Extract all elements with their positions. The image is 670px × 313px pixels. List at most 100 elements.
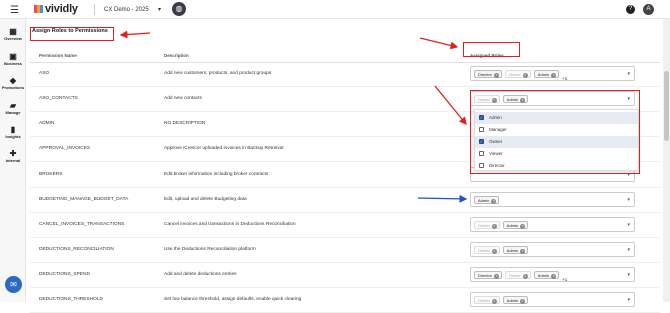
sidebar-item-label: Promotions — [1, 85, 25, 90]
role-chip-label: Admin — [478, 198, 490, 203]
chevron-down-icon[interactable]: ▾ — [627, 247, 630, 253]
sidebar-item-label: Insights — [5, 134, 21, 139]
role-chip-label: Director — [478, 72, 493, 77]
assigned-roles-select[interactable]: Owner × Admin × ▾ — [470, 242, 635, 257]
assigned-roles-select[interactable]: Admin × ▾ — [470, 192, 635, 207]
chevron-down-icon[interactable]: ▾ — [627, 71, 630, 77]
permission-description: Approve iCrescor uploaded invoices in Ba… — [164, 146, 284, 151]
role-chip[interactable]: Admin × — [502, 221, 529, 229]
remove-chip-icon[interactable]: × — [491, 224, 497, 229]
more-roles-count: +1 — [562, 76, 568, 81]
permission-name: APPROVAL_INVOICES — [39, 146, 91, 151]
permission-description: Edit, upload and delete Budgeting data — [164, 197, 247, 202]
permission-name: ADMIN — [39, 121, 55, 126]
permission-description: Add and delete deductions entries — [164, 272, 237, 277]
annotation-box-title — [30, 27, 114, 41]
environment-select[interactable]: CX Demo - 2025 ▾ — [100, 3, 164, 15]
sidebar-item-promotions[interactable]: ◆ Promotions — [0, 76, 26, 90]
role-chip[interactable]: Admin × — [533, 271, 560, 279]
insights-icon: ▮ — [10, 125, 16, 134]
promotions-icon: ◆ — [9, 76, 17, 85]
role-chip[interactable]: Director × — [474, 70, 503, 78]
remove-chip-icon[interactable]: × — [551, 73, 557, 78]
role-chip-label: Owner — [478, 298, 490, 303]
permission-name: BROKERS — [39, 172, 63, 177]
overview-icon: ▦ — [9, 27, 17, 36]
chevron-down-icon[interactable]: ▾ — [627, 297, 630, 303]
role-chip[interactable]: Admin × — [474, 196, 500, 204]
role-chip-label: Admin — [506, 248, 519, 253]
remove-chip-icon[interactable]: × — [520, 224, 526, 229]
remove-chip-icon[interactable]: × — [491, 249, 497, 254]
permission-name: DEDUCTIONS_SPEND — [39, 272, 90, 277]
sidebar-item-label: Overview — [4, 36, 22, 41]
permission-name: BUDGETING_MANAGE_BUDGET_DATA — [39, 197, 129, 202]
globe-icon[interactable]: ◍ — [172, 2, 186, 16]
column-header-description: Description — [164, 53, 189, 58]
remove-chip-icon[interactable]: × — [522, 274, 528, 279]
chevron-down-icon[interactable]: ▾ — [627, 197, 630, 203]
role-chip[interactable]: Owner × — [474, 246, 500, 254]
table-row: BUDGETING_MANAGE_BUDGET_DATA Edit, upload… — [30, 188, 660, 213]
permission-description: Add new customers, products, and product… — [164, 71, 272, 76]
help-icon[interactable]: ? — [626, 5, 635, 14]
table-header: Permission Name Description Assigned Rol… — [30, 49, 660, 63]
remove-chip-icon[interactable]: × — [551, 274, 557, 279]
role-chip[interactable]: Admin × — [502, 246, 529, 254]
role-chip-label: Director — [478, 273, 493, 278]
sidebar-item-label: Internal — [5, 158, 21, 163]
table-row: DEDUCTIONS_SPEND Add and delete deduction… — [30, 263, 660, 288]
brand-name: vividly — [45, 3, 78, 15]
remove-chip-icon[interactable]: × — [491, 199, 497, 204]
role-chip-label: Admin — [506, 298, 519, 303]
sidebar-item-insights[interactable]: ▮ Insights — [0, 125, 26, 139]
brand-logo[interactable]: vividly — [34, 3, 78, 15]
remove-chip-icon[interactable]: × — [494, 274, 500, 279]
environment-label: CX Demo - 2025 — [104, 7, 149, 13]
remove-chip-icon[interactable]: × — [520, 249, 526, 254]
divider — [94, 4, 95, 15]
chevron-down-icon[interactable]: ▾ — [627, 222, 630, 228]
permission-description: NO DESCRIPTION — [164, 121, 206, 126]
remove-chip-icon[interactable]: × — [494, 73, 500, 78]
role-chip[interactable]: Owner × — [505, 271, 531, 279]
sidebar-item-internal[interactable]: ✚ Internal — [0, 149, 26, 163]
role-chip-label: Admin — [537, 273, 550, 278]
role-chip[interactable]: Director × — [474, 271, 503, 279]
role-chip[interactable]: Owner × — [474, 296, 500, 304]
permission-description: Add new contacts — [164, 96, 202, 101]
permission-name: ASO_CONTACTS — [39, 96, 78, 101]
table-row: DEDUCTIONS_THRESHOLD Set low balance thre… — [30, 288, 660, 313]
role-chip[interactable]: Admin × — [502, 296, 529, 304]
column-header-name: Permission Name — [39, 53, 77, 58]
permission-description: Set low balance threshold, assign defaul… — [164, 297, 302, 302]
assigned-roles-select[interactable]: Owner × Admin × ▾ — [470, 217, 635, 232]
assigned-roles-select[interactable]: Director × Owner × Admin ×+1 ▾ — [470, 267, 635, 282]
table-row: CANCEL_INVOICES_TRANSACTIONS Cancel invoi… — [30, 213, 660, 238]
role-chip[interactable]: Owner × — [505, 70, 531, 78]
scrollbar[interactable] — [663, 19, 670, 302]
sidebar-item-business[interactable]: ▣ Business — [0, 52, 26, 66]
scrollbar-thumb[interactable] — [664, 71, 669, 141]
role-chip-label: Admin — [506, 223, 519, 228]
chevron-down-icon[interactable]: ▾ — [627, 272, 630, 278]
menu-icon[interactable]: ☰ — [10, 5, 19, 16]
chat-icon[interactable]: ✉ — [5, 276, 22, 293]
top-bar: ☰ vividly CX Demo - 2025 ▾ ◍ ? A — [0, 0, 670, 19]
avatar[interactable]: A — [643, 4, 654, 15]
assigned-roles-select[interactable]: Director × Owner × Admin ×+1 ▾ — [470, 66, 635, 81]
permission-description: Edit broker information including broker… — [164, 172, 269, 177]
role-chip-label: Owner — [478, 248, 490, 253]
role-chip[interactable]: Admin × — [533, 70, 560, 78]
permission-description: Cancel invoices and transactions in Dedu… — [164, 222, 296, 227]
sidebar-item-manage[interactable]: ▰ Manage — [0, 101, 26, 115]
remove-chip-icon[interactable]: × — [522, 73, 528, 78]
permission-name: CANCEL_INVOICES_TRANSACTIONS — [39, 222, 125, 227]
sidebar: ▦ Overview ▣ Business ◆ Promotions ▰ Manage … — [0, 19, 26, 302]
role-chip[interactable]: Owner × — [474, 221, 500, 229]
assigned-roles-select[interactable]: Owner × Admin × ▾ — [470, 292, 635, 307]
role-chip-label: Admin — [537, 72, 550, 77]
role-chip-label: Owner — [509, 72, 521, 77]
permission-name: ASO — [39, 71, 50, 76]
sidebar-item-overview[interactable]: ▦ Overview — [0, 27, 26, 41]
